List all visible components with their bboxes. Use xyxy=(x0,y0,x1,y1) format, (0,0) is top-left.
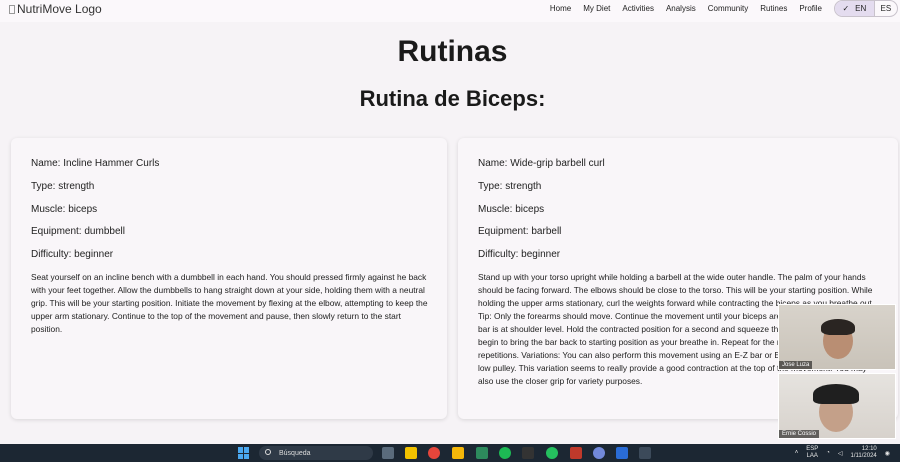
routine-equipment: Equipment: dumbbell xyxy=(31,226,125,237)
routine-type: Type: strength xyxy=(478,181,542,192)
system-tray: ˄ ESP LAA ◔ ◁ 12:10 1/11/2024 ◉ xyxy=(795,446,890,460)
top-nav-bar: NutriMove Logo Home My Diet Activities A… xyxy=(0,0,900,22)
participant-name: Jose Luza xyxy=(779,361,813,369)
routine-difficulty: Difficulty: beginner xyxy=(31,249,114,260)
chevron-up-icon[interactable]: ˄ xyxy=(795,450,799,456)
file-explorer-icon[interactable] xyxy=(452,447,464,459)
volume-icon[interactable]: ◁ xyxy=(838,450,843,457)
page-subtitle: Rutina de Biceps: xyxy=(359,86,546,111)
participant-hair xyxy=(821,319,855,335)
clock-date: 1/11/2024 xyxy=(850,453,877,459)
lang-es-label: ES xyxy=(880,4,892,13)
routine-name: Name: Wide-grip barbell curl xyxy=(478,158,605,169)
routine-name: Name: Incline Hammer Curls xyxy=(31,158,160,169)
whatsapp-icon[interactable] xyxy=(546,447,558,459)
clock-time: 12:10 xyxy=(861,446,877,452)
lang-option-en[interactable]: ✓ EN xyxy=(835,1,874,16)
lang-layout: LAA xyxy=(806,453,818,459)
discord-icon[interactable] xyxy=(593,447,605,459)
routine-muscle: Muscle: biceps xyxy=(478,204,545,215)
nav-activities[interactable]: Activities xyxy=(616,4,660,13)
nav-profile[interactable]: Profile xyxy=(793,4,828,13)
app-icon[interactable] xyxy=(639,447,651,459)
app-icon[interactable] xyxy=(570,447,582,459)
logo[interactable]: NutriMove Logo xyxy=(9,2,102,16)
spotify-icon[interactable] xyxy=(499,447,511,459)
routine-type: Type: strength xyxy=(31,181,95,192)
page-bottom xyxy=(0,430,900,444)
taskbar-search-placeholder: Búsqueda xyxy=(279,449,311,457)
notifications-icon[interactable]: ◉ xyxy=(885,450,890,457)
broken-image-icon xyxy=(9,4,15,14)
video-tile[interactable]: Jose Luza xyxy=(778,304,896,370)
lang-en-label: EN xyxy=(855,4,867,13)
nav-home[interactable]: Home xyxy=(544,4,577,13)
search-icon xyxy=(265,449,271,455)
clock[interactable]: 12:10 1/11/2024 xyxy=(851,446,877,460)
chrome-icon[interactable] xyxy=(428,447,440,459)
nav-community[interactable]: Community xyxy=(702,4,754,13)
participant-name: Ernie Cossio xyxy=(779,430,820,438)
app-icon[interactable] xyxy=(476,447,488,459)
lang-code: ESP xyxy=(806,446,819,452)
routine-card: Name: Incline Hammer Curls Type: strengt… xyxy=(11,138,447,419)
notion-icon[interactable] xyxy=(522,447,534,459)
routine-muscle: Muscle: biceps xyxy=(31,204,98,215)
nav-rutines[interactable]: Rutines xyxy=(754,4,793,13)
routine-description: Seat yourself on an incline bench with a… xyxy=(31,272,428,334)
lang-option-es[interactable]: ES xyxy=(873,1,897,16)
taskbar-search[interactable]: Búsqueda xyxy=(259,446,373,460)
wifi-icon[interactable]: ◔ xyxy=(826,450,830,456)
input-language[interactable]: ESP LAA xyxy=(806,446,818,460)
logo-alt-text: NutriMove Logo xyxy=(17,2,102,16)
nav-analysis[interactable]: Analysis xyxy=(660,4,702,13)
video-tile[interactable]: Ernie Cossio xyxy=(778,373,896,439)
routine-equipment: Equipment: barbell xyxy=(478,226,562,237)
task-view-icon[interactable] xyxy=(382,447,394,459)
app-icon[interactable] xyxy=(616,447,628,459)
main-nav: Home My Diet Activities Analysis Communi… xyxy=(544,4,828,13)
nav-my-diet[interactable]: My Diet xyxy=(577,4,616,13)
cap-icon xyxy=(813,384,859,404)
os-taskbar: Búsqueda ˄ ESP LAA ◔ ◁ 12:10 1/11/2024 ◉ xyxy=(0,444,900,462)
check-icon: ✓ xyxy=(842,4,850,13)
page-title: Rutinas xyxy=(397,35,508,68)
windows-start-icon[interactable] xyxy=(238,447,250,459)
routine-difficulty: Difficulty: beginner xyxy=(478,249,561,260)
language-toggle: ✓ EN ES xyxy=(834,0,898,17)
sticky-notes-icon[interactable] xyxy=(405,447,417,459)
